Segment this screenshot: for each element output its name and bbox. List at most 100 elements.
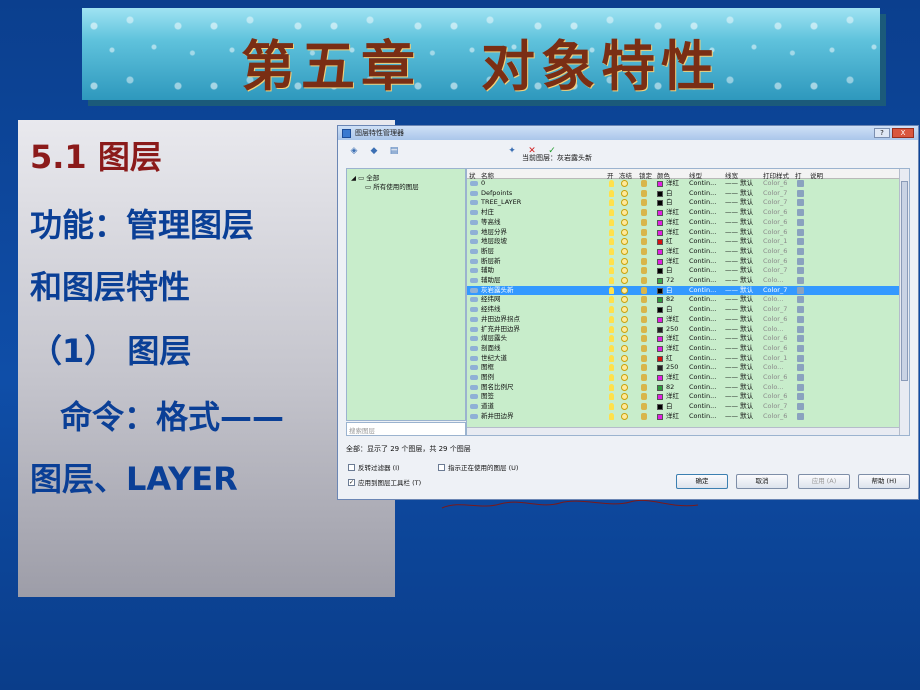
layer-lineweight[interactable]: —— 默认: [725, 277, 753, 284]
lock-icon[interactable]: [641, 180, 647, 187]
on-bulb-icon[interactable]: [609, 403, 614, 411]
color-swatch[interactable]: [657, 336, 663, 343]
plot-printer-icon[interactable]: [797, 325, 804, 333]
lock-icon[interactable]: [641, 315, 647, 323]
lock-icon[interactable]: [641, 383, 647, 391]
layer-lineweight[interactable]: —— 默认: [725, 354, 753, 362]
on-bulb-icon[interactable]: [609, 364, 614, 372]
layer-row[interactable]: 经纬线 白 Contin... —— 默认 Color_7: [467, 305, 899, 315]
on-bulb-icon[interactable]: [609, 247, 614, 255]
layer-row[interactable]: TREE_LAYER 白 Contin... —— 默认 Color_7: [467, 198, 899, 208]
layer-row[interactable]: 图名比例尺 82 Contin... —— 默认 Colo...: [467, 383, 899, 393]
layer-color-name[interactable]: 82: [666, 296, 674, 303]
layer-color-name[interactable]: 72: [666, 277, 674, 284]
lock-icon[interactable]: [641, 412, 647, 420]
color-swatch[interactable]: [657, 394, 663, 401]
layer-name[interactable]: 煤层露头: [481, 335, 507, 342]
layer-color-name[interactable]: 白: [666, 286, 673, 294]
lock-icon[interactable]: [641, 374, 647, 381]
layer-name[interactable]: 图名比例尺: [481, 383, 514, 391]
layer-lineweight[interactable]: —— 默认: [725, 364, 753, 371]
layer-row[interactable]: 断层 洋红 Contin... —— 默认 Color_6: [467, 247, 899, 257]
layer-name[interactable]: 经纬线: [481, 306, 501, 313]
layer-name[interactable]: 井田边界拐点: [481, 315, 520, 323]
layer-lineweight[interactable]: —— 默认: [725, 267, 753, 274]
plot-printer-icon[interactable]: [797, 374, 804, 381]
layer-color-name[interactable]: 洋红: [666, 209, 679, 216]
color-swatch[interactable]: [657, 278, 663, 284]
freeze-sun-icon[interactable]: [621, 199, 628, 207]
lock-icon[interactable]: [641, 286, 647, 294]
layer-linetype[interactable]: Contin...: [689, 354, 716, 362]
lock-icon[interactable]: [641, 228, 647, 236]
lock-icon[interactable]: [641, 403, 647, 411]
layer-color-name[interactable]: 白: [666, 199, 673, 206]
layer-linetype[interactable]: Contin...: [689, 383, 716, 391]
layer-row[interactable]: 道道 白 Contin... —— 默认 Color_7: [467, 402, 899, 412]
layer-name[interactable]: 地层段坡: [481, 238, 507, 245]
lock-icon[interactable]: [641, 218, 647, 226]
layer-lineweight[interactable]: —— 默认: [725, 238, 753, 245]
layer-linetype[interactable]: Contin...: [689, 335, 716, 342]
layer-lineweight[interactable]: —— 默认: [725, 209, 753, 216]
layer-lineweight[interactable]: —— 默认: [725, 335, 753, 342]
freeze-sun-icon[interactable]: [621, 403, 628, 411]
color-swatch[interactable]: [657, 326, 663, 333]
layer-color-name[interactable]: 洋红: [666, 257, 679, 265]
layer-name[interactable]: 道道: [481, 403, 494, 410]
plot-printer-icon[interactable]: [797, 403, 804, 411]
on-bulb-icon[interactable]: [609, 199, 614, 207]
freeze-sun-icon[interactable]: [621, 296, 628, 304]
color-swatch[interactable]: [657, 316, 663, 323]
layer-lineweight[interactable]: —— 默认: [725, 286, 753, 294]
layer-color-name[interactable]: 洋红: [666, 218, 679, 226]
color-swatch[interactable]: [657, 384, 663, 391]
lock-icon[interactable]: [641, 247, 647, 255]
freeze-sun-icon[interactable]: [621, 354, 628, 362]
layer-row[interactable]: 断层新 洋红 Contin... —— 默认 Color_6: [467, 257, 899, 267]
layer-name[interactable]: 图例: [481, 374, 494, 381]
layer-linetype[interactable]: Contin...: [689, 247, 716, 255]
on-bulb-icon[interactable]: [609, 306, 614, 314]
layer-color-name[interactable]: 洋红: [666, 393, 679, 400]
layer-row[interactable]: 经纬网 82 Contin... —— 默认 Colo...: [467, 295, 899, 305]
layer-linetype[interactable]: Contin...: [689, 180, 716, 187]
layer-color-name[interactable]: 红: [666, 238, 673, 245]
on-bulb-icon[interactable]: [609, 374, 614, 381]
layer-lineweight[interactable]: —— 默认: [725, 325, 753, 333]
layer-linetype[interactable]: Contin...: [689, 286, 716, 294]
layer-linetype[interactable]: Contin...: [689, 209, 716, 216]
on-bulb-icon[interactable]: [609, 335, 614, 343]
layer-row[interactable]: 灰岩露头新 白 Contin... —— 默认 Color_7: [467, 285, 899, 296]
on-bulb-icon[interactable]: [609, 315, 614, 323]
layer-name[interactable]: 0: [481, 180, 485, 187]
dialog-titlebar[interactable]: 图层特性管理器: [338, 126, 918, 140]
color-swatch[interactable]: [657, 297, 663, 304]
layer-row[interactable]: 图框 250 Contin... —— 默认 Colo...: [467, 363, 899, 373]
layer-name[interactable]: Defpoints: [481, 189, 512, 197]
layer-color-name[interactable]: 红: [666, 354, 673, 362]
plot-printer-icon[interactable]: [797, 277, 804, 284]
scroll-thumb[interactable]: [901, 181, 908, 381]
plot-printer-icon[interactable]: [797, 209, 804, 217]
lock-icon[interactable]: [641, 238, 647, 246]
color-swatch[interactable]: [657, 258, 663, 265]
layer-row[interactable]: 剖面线 洋红 Contin... —— 默认 Color_6: [467, 344, 899, 354]
layer-row[interactable]: 新井田边界 洋红 Contin... —— 默认 Color_6: [467, 412, 899, 422]
layer-name[interactable]: 地层分界: [481, 228, 507, 236]
tree-child[interactable]: ▭ 所有使用的图层: [365, 181, 419, 191]
plot-printer-icon[interactable]: [797, 247, 804, 255]
layer-name[interactable]: TREE_LAYER: [481, 199, 521, 206]
color-swatch[interactable]: [657, 268, 663, 275]
freeze-sun-icon[interactable]: [621, 412, 628, 420]
plot-printer-icon[interactable]: [797, 315, 804, 323]
checkbox-box-checked[interactable]: ✓: [348, 478, 355, 486]
color-swatch[interactable]: [657, 345, 663, 352]
layer-lineweight[interactable]: —— 默认: [725, 296, 753, 303]
on-bulb-icon[interactable]: [609, 209, 614, 217]
layer-color-name[interactable]: 250: [666, 325, 678, 333]
layer-lineweight[interactable]: —— 默认: [725, 247, 753, 255]
layer-linetype[interactable]: Contin...: [689, 306, 716, 313]
on-bulb-icon[interactable]: [609, 383, 614, 391]
layer-color-name[interactable]: 洋红: [666, 374, 679, 381]
